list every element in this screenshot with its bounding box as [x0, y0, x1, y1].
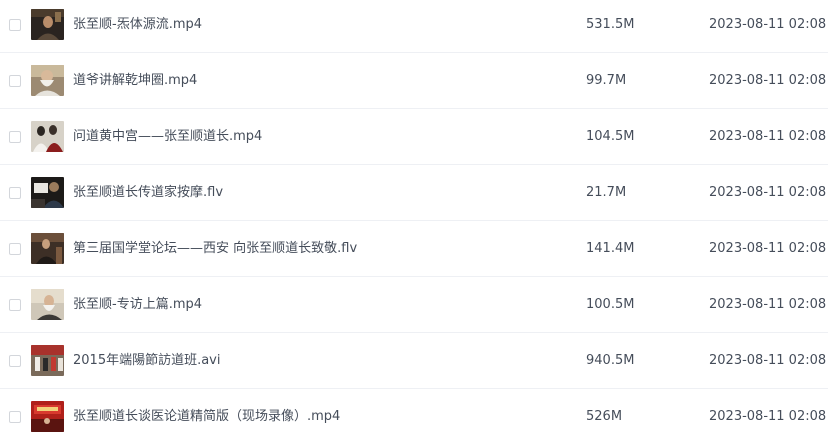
thumbnail-elder-white-beard: [31, 65, 64, 96]
file-size: 526M: [586, 409, 623, 424]
file-size: 104.5M: [586, 129, 635, 144]
file-modified: 2023-08-11 02:08: [709, 73, 827, 88]
file-row[interactable]: 问道黄中宫——张至顺道长.mp4 104.5M 2023-08-11 02:08: [0, 109, 828, 165]
file-name[interactable]: 第三届国学堂论坛——西安 向张至顺道长致敬.flv: [73, 241, 357, 257]
file-name[interactable]: 问道黄中宫——张至顺道长.mp4: [73, 129, 262, 145]
file-modified: 2023-08-11 02:08: [709, 353, 827, 368]
row-checkbox[interactable]: [9, 411, 21, 423]
file-modified: 2023-08-11 02:08: [709, 185, 827, 200]
file-modified: 2023-08-11 02:08: [709, 17, 827, 32]
file-name[interactable]: 张至顺道长谈医论道精简版（现场录像）.mp4: [73, 409, 340, 425]
row-checkbox[interactable]: [9, 131, 21, 143]
file-name[interactable]: 道爷讲解乾坤圈.mp4: [73, 73, 197, 89]
file-row[interactable]: 2015年端陽節訪道班.avi 940.5M 2023-08-11 02:08: [0, 333, 828, 389]
file-modified: 2023-08-11 02:08: [709, 129, 827, 144]
file-row[interactable]: 张至顺-专访上篇.mp4 100.5M 2023-08-11 02:08: [0, 277, 828, 333]
row-checkbox[interactable]: [9, 355, 21, 367]
row-checkbox[interactable]: [9, 19, 21, 31]
file-name[interactable]: 张至顺道长传道家按摩.flv: [73, 185, 223, 201]
file-row[interactable]: 张至顺-炁体源流.mp4 531.5M 2023-08-11 02:08: [0, 0, 828, 53]
file-name[interactable]: 张至顺-炁体源流.mp4: [73, 17, 202, 33]
thumbnail-interview-elder: [31, 289, 64, 320]
thumbnail-crowd-festival: [31, 345, 64, 376]
file-list: 张至顺-炁体源流.mp4 531.5M 2023-08-11 02:08 道爷讲…: [0, 0, 828, 441]
thumbnail-red-stage: [31, 401, 64, 432]
file-row[interactable]: 第三届国学堂论坛——西安 向张至顺道长致敬.flv 141.4M 2023-08…: [0, 221, 828, 277]
file-row[interactable]: 道爷讲解乾坤圈.mp4 99.7M 2023-08-11 02:08: [0, 53, 828, 109]
row-checkbox[interactable]: [9, 243, 21, 255]
file-size: 99.7M: [586, 73, 627, 88]
file-size: 100.5M: [586, 297, 635, 312]
thumbnail-group-gathering: [31, 121, 64, 152]
thumbnail-forum-stage: [31, 233, 64, 264]
row-checkbox[interactable]: [9, 299, 21, 311]
thumbnail-portrait-dark: [31, 9, 64, 40]
file-row[interactable]: 张至顺道长谈医论道精简版（现场录像）.mp4 526M 2023-08-11 0…: [0, 389, 828, 441]
file-size: 531.5M: [586, 17, 635, 32]
thumbnail-massage-demo: [31, 177, 64, 208]
file-size: 141.4M: [586, 241, 635, 256]
file-row[interactable]: 张至顺道长传道家按摩.flv 21.7M 2023-08-11 02:08: [0, 165, 828, 221]
row-checkbox[interactable]: [9, 187, 21, 199]
row-checkbox[interactable]: [9, 75, 21, 87]
file-modified: 2023-08-11 02:08: [709, 409, 827, 424]
file-modified: 2023-08-11 02:08: [709, 297, 827, 312]
file-modified: 2023-08-11 02:08: [709, 241, 827, 256]
file-size: 21.7M: [586, 185, 627, 200]
file-size: 940.5M: [586, 353, 635, 368]
file-name[interactable]: 张至顺-专访上篇.mp4: [73, 297, 202, 313]
file-name[interactable]: 2015年端陽節訪道班.avi: [73, 353, 221, 369]
